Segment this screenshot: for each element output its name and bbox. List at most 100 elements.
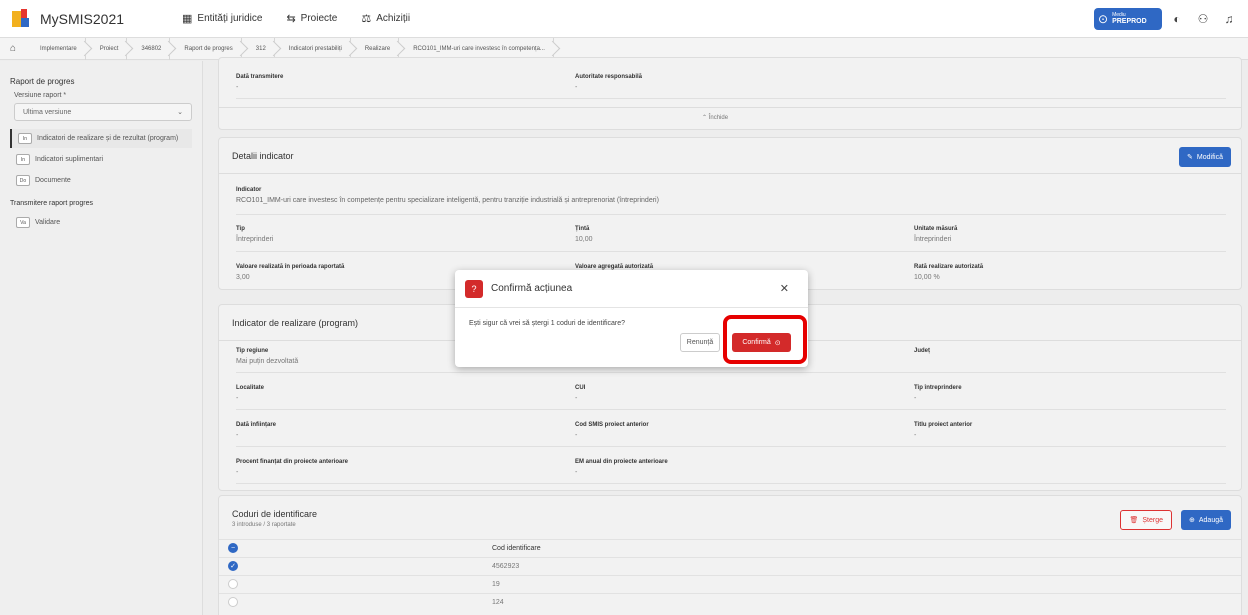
field-tip-regiune: Tip regiune Mai puțin dezvoltată [236, 348, 299, 365]
field-autoritate: Autoritate responsabilă - [575, 74, 643, 91]
bell-icon[interactable]: ♫ [1218, 8, 1240, 30]
divider [219, 107, 1241, 108]
field-judet: Județ [914, 348, 931, 354]
add-button[interactable]: ⊕ Adaugă [1180, 510, 1231, 530]
field-cod-smis-anterior: Cod SMIS proiect anterior - [575, 422, 649, 439]
card-title: Indicator de realizare (program) [232, 317, 359, 328]
row-checkbox[interactable] [228, 579, 238, 589]
trash-icon: 🗑 [1129, 517, 1139, 524]
cell-code: 124 [492, 598, 504, 606]
top-right-actions: ⊙ Mediu PREPROD ◐ ⚇ ♫ [1094, 8, 1240, 30]
nav-label: Entități juridice [197, 13, 263, 24]
chevron-down-icon: ⌄ [177, 109, 183, 116]
chevron-up-icon: ⌃ [702, 115, 709, 121]
sidebar-section-title: Transmitere raport progres [10, 200, 93, 207]
projects-icon: ⇆ [286, 13, 296, 25]
chip: Do [16, 175, 30, 186]
edit-icon: ✎ [1187, 154, 1193, 161]
sidebar-item-label: Indicatori de realizare și de rezultat (… [37, 135, 179, 142]
identification-codes-card: Coduri de identificare 3 introduse / 3 r… [218, 495, 1242, 615]
divider [236, 214, 1226, 215]
nav-proiecte[interactable]: ⇆ Proiecte [286, 12, 337, 25]
nav-achizitii[interactable]: ⚖ Achiziții [361, 12, 410, 25]
sidebar-item-documente[interactable]: Do Documente [10, 171, 192, 190]
highlight-box [723, 315, 807, 364]
divider [236, 372, 1226, 373]
card-title: Coduri de identificare [232, 509, 318, 519]
select-all-checkbox[interactable]: − [228, 543, 238, 553]
card-title: Detalii indicator [232, 150, 294, 161]
building-icon: ▦ [182, 13, 193, 25]
field-valoare-realizata: Valoare realizată în perioada raportată … [236, 264, 345, 281]
field-rata-realizare: Rată realizare autorizată 10,00 % [914, 264, 984, 281]
field-data-infiintare: Dată înființare - [236, 422, 277, 439]
field-cui: CUI - [575, 385, 586, 402]
app-title: MySMIS2021 [40, 10, 125, 27]
sidebar-item-indicatori-realizare[interactable]: In Indicatori de realizare și de rezulta… [10, 129, 192, 148]
field-tinta: Țintă 10,00 [575, 226, 593, 243]
close-toggle[interactable]: ⌃ Închide [702, 114, 728, 121]
sidebar-item-validare[interactable]: Va Validare [10, 213, 192, 232]
row-checkbox[interactable]: ✓ [228, 561, 238, 571]
env-icon: ⊙ [1098, 12, 1109, 26]
nav-label: Achiziții [376, 13, 411, 24]
table-row[interactable]: ✓ 4562923 [219, 557, 1241, 574]
field-procent-finantat: Procent finanțat din proiecte anterioare… [236, 459, 349, 476]
modify-button[interactable]: ✎ Modifică [1179, 147, 1231, 167]
home-icon[interactable]: ⌂ [0, 43, 26, 54]
breadcrumb-item[interactable]: 346802 [127, 37, 171, 60]
user-icon[interactable]: ⚇ [1192, 8, 1214, 30]
sidebar: Raport de progres Versiune raport * Ulti… [0, 61, 203, 615]
chip: In [16, 154, 30, 165]
card-header: Detalii indicator [219, 138, 1241, 174]
version-label: Versiune raport * [14, 92, 67, 99]
field-unitate-masura: Unitate măsură Întreprinderi [914, 226, 958, 243]
divider [236, 446, 1226, 447]
field-tip-intreprindere: Tip întreprindere - [914, 385, 962, 402]
table-row[interactable]: 124 [219, 593, 1241, 610]
environment-badge[interactable]: ⊙ Mediu PREPROD [1094, 8, 1162, 30]
delete-button[interactable]: 🗑 Șterge [1120, 510, 1172, 530]
logo-icon [12, 8, 34, 29]
sidebar-item-label: Validare [35, 219, 61, 226]
row-checkbox[interactable] [228, 597, 238, 607]
nav-label: Proiecte [300, 13, 338, 24]
top-nav: ▦ Entități juridice ⇆ Proiecte ⚖ Achiziț… [182, 12, 434, 25]
divider [236, 98, 1226, 99]
dialog-message: Ești sigur că vrei să ștergi 1 coduri de… [469, 320, 626, 327]
field-tip: Tip Întreprinderi [236, 226, 274, 243]
breadcrumb-item[interactable]: Proiect [86, 37, 128, 60]
field-em-anual: EM anual din proiecte anterioare - [575, 459, 668, 476]
codes-subtitle: 3 introduse / 3 raportate [232, 522, 296, 528]
field-titlu-proiect-anterior: Titlu proiect anterior - [914, 422, 973, 439]
divider [236, 251, 1226, 252]
transmission-card: Dată transmitere - Autoritate responsabi… [218, 57, 1242, 130]
chip: In [18, 133, 32, 144]
breadcrumb-item[interactable]: Implementare [26, 37, 86, 60]
plus-circle-icon: ⊕ [1188, 517, 1195, 524]
field-data-transmitere: Dată transmitere - [236, 74, 284, 91]
dialog-header: ? Confirmă acțiunea [455, 270, 808, 308]
version-value: Ultima versiune [23, 108, 72, 116]
table-row[interactable]: 19 [219, 575, 1241, 592]
sidebar-title: Raport de progres [10, 77, 75, 86]
codes-header: Coduri de identificare 3 introduse / 3 r… [232, 509, 317, 528]
cell-code: 19 [492, 580, 500, 588]
sidebar-item-indicatori-suplimentari[interactable]: In Indicatori suplimentari [10, 150, 192, 169]
top-bar: MySMIS2021 ▦ Entități juridice ⇆ Proiect… [0, 0, 1248, 38]
column-header: Cod identificare [492, 544, 541, 552]
sidebar-item-label: Documente [35, 177, 71, 184]
nav-entitati-juridice[interactable]: ▦ Entități juridice [182, 12, 262, 25]
field-indicator: Indicator RCO101_IMM-uri care investesc … [236, 187, 659, 204]
table-header: − Cod identificare [219, 539, 1241, 556]
question-icon: ? [465, 279, 483, 298]
cancel-button[interactable]: Renunță [680, 333, 720, 352]
scale-icon: ⚖ [361, 13, 372, 25]
env-name: PREPROD [1112, 18, 1147, 25]
version-select[interactable]: Ultima versiune ⌄ [14, 103, 192, 121]
palette-icon[interactable]: ◐ [1166, 8, 1188, 30]
close-icon[interactable]: ✕ [780, 282, 789, 295]
divider [236, 409, 1226, 410]
app-logo[interactable]: MySMIS2021 [12, 8, 182, 29]
dialog-title: Confirmă acțiunea [491, 283, 573, 294]
